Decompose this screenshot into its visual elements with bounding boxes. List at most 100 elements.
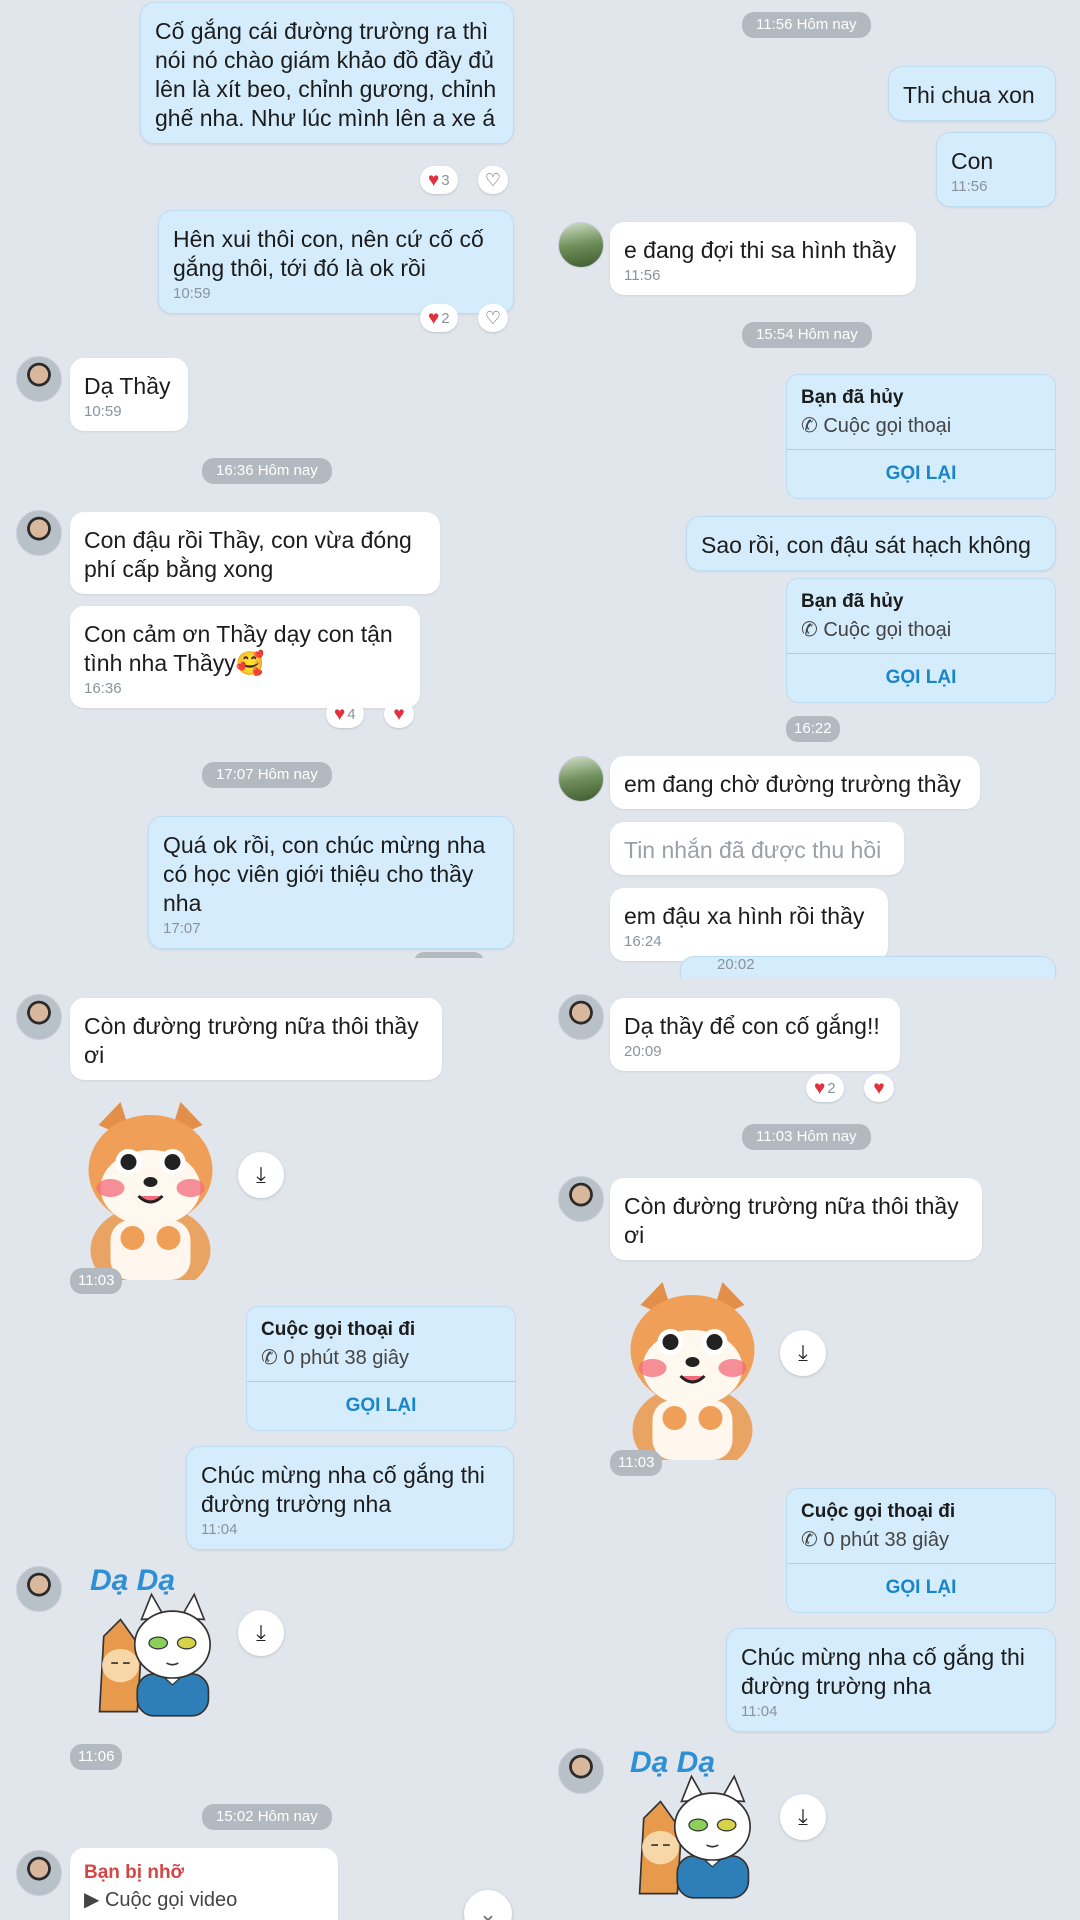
message-text: e đang đợi thi sa hình thầy bbox=[624, 237, 897, 263]
message-time: 11:04 bbox=[741, 1703, 778, 1720]
message-time: 10:59 bbox=[173, 285, 211, 302]
avatar[interactable] bbox=[558, 994, 604, 1040]
message-time: 11:56 bbox=[951, 178, 988, 195]
call-card: Cuộc gọi thoại đi ✆ 0 phút 38 giây GỌI L… bbox=[786, 1488, 1056, 1613]
call-card: Bạn đã hủy ✆ Cuộc gọi thoại GỌI LẠI bbox=[786, 374, 1056, 499]
call-card: Bạn đã hủy ✆ Cuộc gọi thoại GỌI LẠI bbox=[786, 578, 1056, 703]
message-text: Tin nhắn đã được thu hồi bbox=[624, 837, 882, 863]
call-title: Cuộc gọi thoại đi bbox=[261, 1319, 416, 1340]
message-bubble[interactable]: Hên xui thôi con, nên cứ cố cố gắng thôi… bbox=[158, 210, 514, 314]
message-bubble[interactable]: Dạ thầy để con cố gắng!! 20:09 bbox=[610, 998, 900, 1071]
message-text: Chúc mừng nha cố gắng thi đường trường n… bbox=[741, 1644, 1025, 1699]
message-text: Cố gắng cái đường trường ra thì nói nó c… bbox=[155, 18, 497, 131]
message-text: em đậu xa hình rồi thầy bbox=[624, 903, 865, 929]
call-subtitle: 0 phút 38 giây bbox=[823, 1529, 949, 1551]
download-icon[interactable]: ⤓ bbox=[238, 1610, 284, 1656]
avatar[interactable] bbox=[16, 356, 62, 402]
missed-call-title: Bạn bị nhỡ bbox=[84, 1862, 185, 1883]
avatar[interactable] bbox=[558, 756, 604, 802]
message-text: Thi chua xon bbox=[903, 82, 1035, 108]
shiba-sticker[interactable] bbox=[78, 1100, 223, 1280]
message-text: Còn đường trường nữa thôi thầy ơi bbox=[84, 1013, 419, 1068]
heart-outline-icon[interactable]: ♡ bbox=[478, 166, 508, 194]
message-text: Còn đường trường nữa thôi thầy ơi bbox=[624, 1193, 959, 1248]
heart-icon: ♥ bbox=[814, 1077, 826, 1099]
message-text: Dạ Thầy bbox=[84, 373, 171, 399]
call-title: Cuộc gọi thoại đi bbox=[801, 1501, 956, 1522]
message-bubble[interactable]: Quá ok rồi, con chúc mừng nha có học viê… bbox=[148, 816, 514, 949]
heart-icon[interactable]: ♥ bbox=[384, 700, 414, 728]
heart-icon[interactable]: ♥ bbox=[864, 1074, 894, 1102]
call-back-button[interactable]: GỌI LẠI bbox=[247, 1381, 515, 1430]
message-text: Con cảm ơn Thầy dạy con tận tình nha Thầ… bbox=[84, 621, 393, 676]
message-bubble[interactable]: em đậu xa hình rồi thầy 16:24 bbox=[610, 888, 888, 961]
message-bubble[interactable]: Con 11:56 bbox=[936, 132, 1056, 207]
call-subtitle: Cuộc gọi thoại bbox=[823, 415, 952, 437]
call-back-button[interactable]: GỌI LẠI bbox=[787, 653, 1055, 702]
heart-icon: ♥ bbox=[428, 307, 440, 329]
message-bubble[interactable]: Cố gắng cái đường trường ra thì nói nó c… bbox=[140, 2, 514, 144]
call-back-button[interactable]: GỌI LẠI bbox=[787, 1563, 1055, 1612]
avatar[interactable] bbox=[16, 510, 62, 556]
avatar[interactable] bbox=[16, 1566, 62, 1612]
partial-pill bbox=[414, 952, 484, 958]
dada-sticker[interactable]: Dạ Dạ bbox=[74, 1564, 234, 1720]
date-separator: 11:56 Hôm nay bbox=[742, 12, 871, 38]
message-bubble[interactable]: Còn đường trường nữa thôi thầy ơi bbox=[70, 998, 442, 1080]
message-text: em đang chờ đường trường thầy bbox=[624, 771, 961, 797]
message-bubble[interactable]: Chúc mừng nha cố gắng thi đường trường n… bbox=[186, 1446, 514, 1550]
call-back-button[interactable]: GỌI LẠI bbox=[787, 449, 1055, 498]
message-bubble[interactable]: Thi chua xon bbox=[888, 66, 1056, 121]
message-time: 16:36 bbox=[84, 680, 122, 697]
reaction-count[interactable]: ♥ 3 bbox=[420, 166, 458, 194]
panel-top-right: 11:56 Hôm nay Thi chua xon Con 11:56 e đ… bbox=[540, 0, 1080, 978]
message-time: 11:04 bbox=[201, 1521, 238, 1538]
missed-call-card[interactable]: Bạn bị nhỡ ▶ Cuộc gọi video bbox=[70, 1848, 338, 1920]
message-text: Quá ok rồi, con chúc mừng nha có học viê… bbox=[163, 832, 486, 916]
reaction-count[interactable]: ♥ 2 bbox=[420, 304, 458, 332]
call-subtitle: Cuộc gọi thoại bbox=[823, 619, 952, 641]
message-bubble[interactable]: e đang đợi thi sa hình thầy 11:56 bbox=[610, 222, 916, 295]
message-bubble[interactable]: Sao rồi, con đậu sát hạch không bbox=[686, 516, 1056, 571]
message-bubble[interactable]: Dạ Thầy 10:59 bbox=[70, 358, 188, 431]
avatar[interactable] bbox=[16, 1850, 62, 1896]
message-text: Dạ thầy để con cố gắng!! bbox=[624, 1013, 880, 1039]
download-icon[interactable]: ⤓ bbox=[238, 1152, 284, 1198]
shiba-sticker[interactable] bbox=[620, 1280, 765, 1460]
dada-sticker[interactable]: Dạ Dạ bbox=[614, 1746, 774, 1902]
message-bubble[interactable]: Chúc mừng nha cố gắng thi đường trường n… bbox=[726, 1628, 1056, 1732]
message-text: Con đậu rồi Thầy, con vừa đóng phí cấp b… bbox=[84, 527, 412, 582]
heart-icon: ♥ bbox=[334, 703, 346, 725]
message-bubble[interactable]: em đang chờ đường trường thầy bbox=[610, 756, 980, 809]
message-text: Chúc mừng nha cố gắng thi đường trường n… bbox=[201, 1462, 485, 1517]
panel-top-left: Cố gắng cái đường trường ra thì nói nó c… bbox=[0, 0, 540, 958]
message-time: 20:09 bbox=[624, 1043, 662, 1060]
message-bubble[interactable]: Con cảm ơn Thầy dạy con tận tình nha Thầ… bbox=[70, 606, 420, 708]
avatar[interactable] bbox=[558, 222, 604, 268]
date-separator: 15:02 Hôm nay bbox=[202, 1804, 332, 1830]
download-icon[interactable]: ⤓ bbox=[780, 1330, 826, 1376]
download-icon[interactable]: ⤓ bbox=[780, 1794, 826, 1840]
message-text: Con bbox=[951, 148, 994, 174]
panel-bottom-left: Còn đường trường nữa thôi thầy ơi ⤓ 11:0… bbox=[0, 982, 540, 1920]
call-title: Bạn đã hủy bbox=[801, 591, 904, 612]
heart-icon: ♥ bbox=[428, 169, 440, 191]
heart-outline-icon[interactable]: ♡ bbox=[478, 304, 508, 332]
avatar[interactable] bbox=[16, 994, 62, 1040]
call-title: Bạn đã hủy bbox=[801, 387, 904, 408]
time-pill: 16:22 bbox=[786, 716, 840, 742]
message-bubble[interactable]: Con đậu rồi Thầy, con vừa đóng phí cấp b… bbox=[70, 512, 440, 594]
avatar[interactable] bbox=[558, 1176, 604, 1222]
message-bubble[interactable]: Còn đường trường nữa thôi thầy ơi bbox=[610, 1178, 982, 1260]
date-separator: 11:03 Hôm nay bbox=[742, 1124, 871, 1150]
reaction-count[interactable]: ♥ 4 bbox=[326, 700, 364, 728]
scroll-down-button[interactable]: ⌄ bbox=[464, 1890, 512, 1920]
reaction-count[interactable]: ♥ 2 bbox=[806, 1074, 844, 1102]
time-pill: 11:03 bbox=[610, 1450, 663, 1476]
phone-icon: ✆ bbox=[261, 1347, 278, 1369]
date-separator: 16:36 Hôm nay bbox=[202, 458, 332, 484]
avatar[interactable] bbox=[558, 1748, 604, 1794]
time-pill: 11:03 bbox=[70, 1268, 123, 1294]
call-card: Cuộc gọi thoại đi ✆ 0 phút 38 giây GỌI L… bbox=[246, 1306, 516, 1431]
message-time: 11:56 bbox=[624, 267, 661, 284]
